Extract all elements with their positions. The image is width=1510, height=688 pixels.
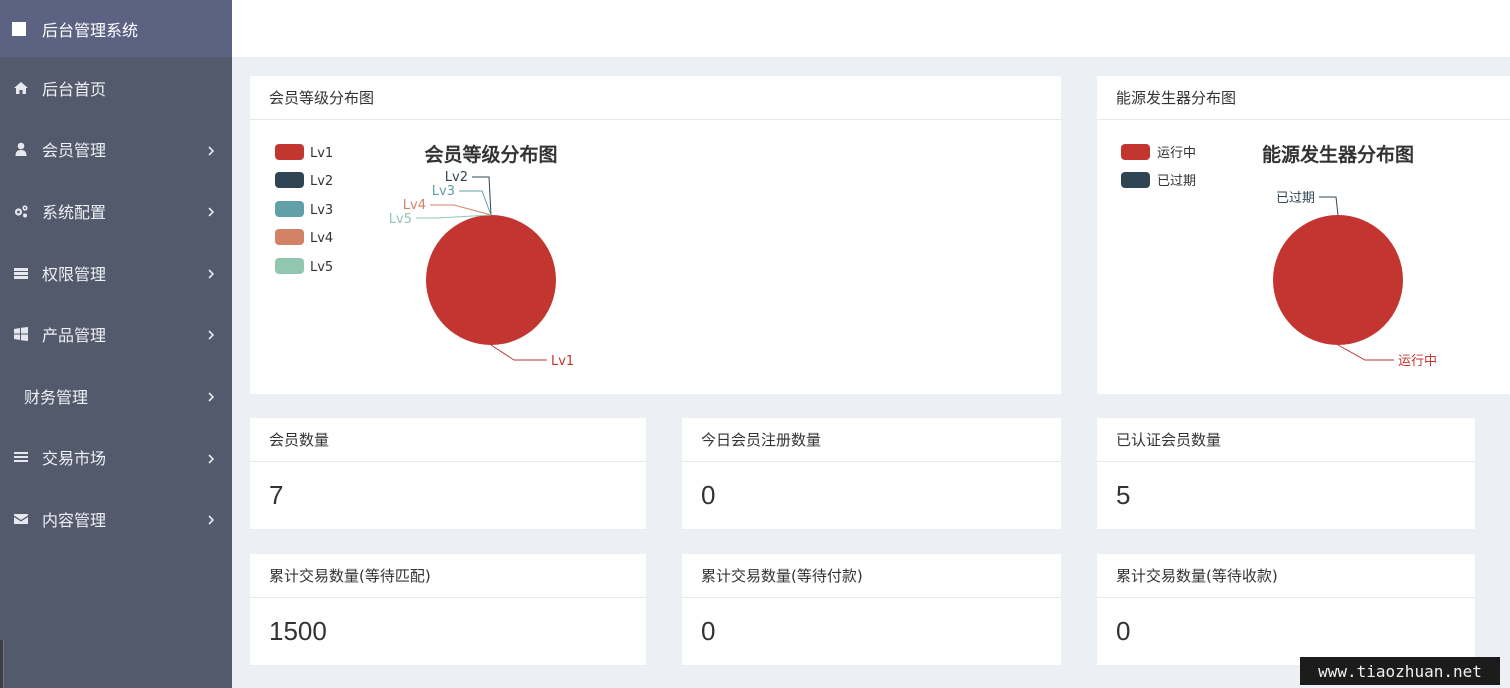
stat-value: 0 [1116,616,1131,646]
stat-label: 累计交易数量(等待收款) [1097,554,1475,598]
sidebar-item-label: 财务管理 [24,387,89,407]
leader-line-lv4 [430,204,492,216]
sidebar-item-system-config[interactable]: 系统配置 [0,180,232,242]
sidebar-item-label: 产品管理 [42,326,107,346]
chevron-right-icon [206,141,216,156]
panel-header: 能源发生器分布图 [1097,76,1510,120]
user-icon [12,140,30,158]
sidebar-item-products[interactable]: 产品管理 [0,303,232,365]
generator-chart: 运行中 已过期 能源发生器分布图 运行中 已过期 [1121,143,1437,369]
legend-label-running: 运行中 [1157,146,1196,161]
pie-slice-lv1[interactable] [426,215,556,345]
stat-value: 1500 [269,616,327,646]
pie-label-expired: 已过期 [1276,191,1315,206]
stat-card-today-registrations: 今日会员注册数量 0 [682,418,1061,529]
pie-label-lv5: Lv5 [389,212,412,227]
leader-line-running [1337,344,1394,361]
leader-line-lv1 [490,344,547,361]
generator-panel: 能源发生器分布图 运行中 已过期 能源发生器分布图 运行中 已过期 [1097,76,1510,394]
sidebar-item-label: 交易市场 [42,449,107,469]
stat-label: 今日会员注册数量 [682,418,1061,462]
logo-square-icon [12,21,26,36]
sidebar-item-market[interactable]: 交易市场 [0,427,232,489]
panel-header: 会员等级分布图 [250,76,1061,120]
sidebar-item-label: 内容管理 [42,510,107,530]
pie-label-running: 运行中 [1398,354,1437,369]
legend: 运行中 已过期 [1121,144,1196,189]
legend-label-lv4: Lv4 [310,231,333,246]
sidebar: 后台管理系统 后台首页 会员管理 系统配置 权限管理 产品管理 财务管理 交易市… [0,0,232,688]
sidebar-item-label: 后台首页 [42,79,107,99]
legend-label-expired: 已过期 [1157,174,1196,189]
chevron-right-icon [206,449,216,464]
sidebar-collapse-handle[interactable] [0,640,4,688]
chart-title: 会员等级分布图 [424,143,557,166]
legend-swatch-lv2[interactable] [275,172,304,188]
pie-label-lv4: Lv4 [403,198,426,213]
chevron-right-icon [206,325,216,340]
sidebar-item-content[interactable]: 内容管理 [0,488,232,550]
windows-icon [12,325,30,343]
chart-title: 能源发生器分布图 [1262,143,1414,166]
sidebar-item-label: 权限管理 [42,264,107,284]
pie-slice-running[interactable] [1273,215,1403,345]
watermark: www.tiaozhuan.net [1300,657,1500,685]
sidebar-item-permissions[interactable]: 权限管理 [0,242,232,304]
pie-label-lv3: Lv3 [432,184,455,199]
stat-label: 会员数量 [250,418,646,462]
stat-value: 7 [269,480,284,510]
sidebar-item-label: 系统配置 [42,202,107,222]
legend-swatch-expired[interactable] [1121,172,1150,188]
gears-icon [12,202,30,220]
stat-card-verified-members: 已认证会员数量 5 [1097,418,1475,529]
stat-card-members: 会员数量 7 [250,418,646,529]
chevron-right-icon [206,264,216,279]
bars-icon [12,448,30,466]
legend-label-lv5: Lv5 [310,260,333,275]
stat-card-trades-awaiting-payment: 累计交易数量(等待付款) 0 [682,554,1061,665]
member-level-panel: 会员等级分布图 Lv1 Lv2 Lv3 Lv4 Lv5 会员等级分布图 Lv1 … [250,76,1061,394]
legend-swatch-lv5[interactable] [275,258,304,274]
stat-card-trades-awaiting-receipt: 累计交易数量(等待收款) 0 [1097,554,1475,665]
leader-line-lv2 [472,176,492,216]
leader-line-lv3 [459,190,492,216]
stat-label: 已认证会员数量 [1097,418,1475,462]
sidebar-item-finance[interactable]: 财务管理 [0,365,232,427]
stat-label: 累计交易数量(等待付款) [682,554,1061,598]
sidebar-item-home[interactable]: 后台首页 [0,57,232,119]
sidebar-item-label: 会员管理 [42,141,107,161]
legend-label-lv1: Lv1 [310,146,333,161]
top-bar [232,0,1510,57]
sidebar-item-members[interactable]: 会员管理 [0,119,232,181]
pie-label-lv2: Lv2 [445,170,468,185]
legend-swatch-running[interactable] [1121,144,1150,160]
stat-card-trades-matching: 累计交易数量(等待匹配) 1500 [250,554,646,665]
legend-swatch-lv1[interactable] [275,144,304,160]
legend-swatch-lv3[interactable] [275,201,304,217]
chevron-right-icon [206,202,216,217]
stat-value: 0 [701,480,716,510]
app-brand[interactable]: 后台管理系统 [0,0,232,57]
member-level-chart: Lv1 Lv2 Lv3 Lv4 Lv5 会员等级分布图 Lv1 Lv2 Lv3 … [275,143,574,369]
legend-label-lv3: Lv3 [310,203,333,218]
stat-value: 5 [1116,480,1131,510]
leader-line-expired [1319,196,1339,216]
legend: Lv1 Lv2 Lv3 Lv4 Lv5 [275,144,333,275]
chevron-right-icon [206,510,216,525]
legend-label-lv2: Lv2 [310,174,333,189]
stat-label: 累计交易数量(等待匹配) [250,554,646,598]
envelope-icon [12,510,30,528]
home-icon [12,79,30,97]
server-icon [12,264,30,282]
pie-label-lv1: Lv1 [551,354,574,369]
chevron-right-icon [206,387,216,402]
legend-swatch-lv4[interactable] [275,229,304,245]
stat-value: 0 [701,616,716,646]
app-title: 后台管理系统 [42,20,139,40]
